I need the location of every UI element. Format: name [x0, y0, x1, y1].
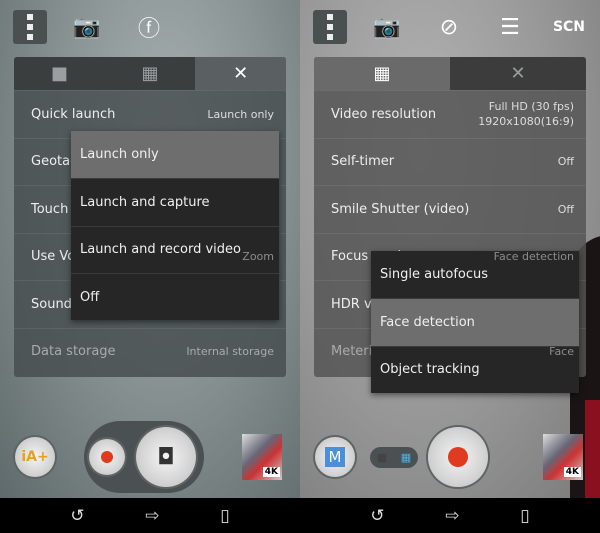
gallery-thumbnail[interactable]: 4K: [242, 434, 282, 480]
gallery-thumbnail[interactable]: 4K: [543, 434, 583, 480]
manual-icon: M: [324, 447, 346, 467]
ia-plus-icon: iA+: [21, 449, 49, 465]
menu-button[interactable]: [13, 10, 47, 44]
option-object-tracking[interactable]: Object tracking: [371, 345, 579, 393]
setting-self-timer[interactable]: Self-timer Off: [314, 137, 586, 186]
back-icon[interactable]: ↺: [370, 506, 384, 526]
setting-smile-shutter[interactable]: Smile Shutter (video) Off: [314, 185, 586, 233]
camera-icon: ■: [50, 63, 68, 84]
setting-value: Launch only: [207, 107, 274, 121]
menu-icon: [327, 14, 333, 40]
setting-value: Off: [557, 155, 574, 169]
setting-value: Full HD (30 fps): [488, 100, 574, 114]
option-off[interactable]: Off: [71, 272, 279, 320]
video-icon: ▦: [373, 63, 391, 84]
wrench-icon: ✕: [233, 63, 249, 84]
photo-video-toggle[interactable]: ■ ▦: [370, 447, 418, 468]
option-launch-and-capture[interactable]: Launch and capture: [71, 178, 279, 225]
menu-button[interactable]: [313, 10, 347, 44]
setting-label: Sound: [31, 296, 72, 312]
quick-launch-dropdown: Launch only Launch and capture Launch an…: [71, 131, 279, 321]
setting-label: Smile Shutter (video): [331, 201, 470, 217]
navigation-bar-left: ↺ ⇨ ▯: [0, 498, 300, 533]
recent-apps-icon[interactable]: ▯: [220, 506, 229, 526]
mode-manual-button[interactable]: M: [315, 437, 355, 477]
tab-video[interactable]: ▦: [105, 57, 196, 90]
shutter-button[interactable]: ◘: [136, 427, 196, 487]
setting-value: Off: [557, 202, 574, 216]
option-face-detection[interactable]: Face detection: [371, 298, 579, 346]
record-icon: [101, 451, 113, 463]
camera-icon: ■: [376, 451, 388, 464]
setting-label: Data storage: [31, 344, 116, 360]
home-icon[interactable]: ⇨: [145, 506, 159, 526]
switch-camera-icon[interactable]: 📷: [70, 10, 104, 44]
video-icon: ▦: [141, 63, 159, 84]
flash-auto-icon[interactable]: ⓕ: [132, 10, 166, 44]
camera-settings-screen-left: 📷 ⓕ ■ ▦ ✕ Quick launch Launch only Geotag…: [0, 0, 300, 498]
record-button[interactable]: [428, 427, 488, 487]
setting-value-detail: 1920x1080(16:9): [478, 115, 574, 129]
tab-video[interactable]: ▦: [314, 57, 450, 90]
back-icon[interactable]: ↺: [70, 506, 84, 526]
setting-label: Video resolution: [331, 106, 437, 122]
navigation-bar-right: ↺ ⇨ ▯: [300, 498, 600, 533]
camera-icon: ◘: [157, 444, 175, 470]
setting-value: Zoom: [242, 250, 274, 264]
focus-mode-dropdown: Single autofocus Face detection Object t…: [371, 251, 579, 393]
4k-badge: 4K: [262, 467, 280, 477]
setting-data-storage[interactable]: Data storage Internal storage: [14, 327, 286, 376]
tab-general[interactable]: ✕: [450, 57, 586, 90]
setting-video-resolution[interactable]: Video resolution Full HD (30 fps) 1920x108…: [314, 90, 586, 138]
wrench-icon: ✕: [510, 63, 526, 84]
camera-settings-screen-right: 📷 ⊘ ☰ SCN ▦ ✕ Video resolution Full HD (3…: [300, 0, 600, 498]
video-icon: ▦: [400, 451, 412, 464]
tab-camera[interactable]: ■: [14, 57, 105, 90]
setting-label: Quick launch: [31, 106, 116, 122]
background-detail: [585, 400, 600, 498]
option-launch-only[interactable]: Launch only: [71, 131, 279, 179]
setting-value: Face: [549, 345, 574, 359]
scene-label: SCN: [552, 19, 586, 35]
recent-apps-icon[interactable]: ▯: [520, 506, 529, 526]
record-icon: [448, 447, 468, 467]
flash-off-icon[interactable]: ⊘: [432, 10, 466, 44]
menu-icon: [27, 14, 33, 40]
scene-button[interactable]: SCN: [552, 10, 586, 44]
home-icon[interactable]: ⇨: [445, 506, 459, 526]
setting-label: Self-timer: [331, 154, 395, 170]
setting-value: Face detection: [493, 250, 574, 264]
tab-general[interactable]: ✕: [195, 57, 286, 90]
sliders-icon[interactable]: ☰: [493, 10, 527, 44]
setting-value: Internal storage: [186, 345, 274, 359]
mode-ia-button[interactable]: iA+: [15, 437, 55, 477]
video-record-button[interactable]: [89, 439, 125, 475]
4k-badge: 4K: [563, 467, 581, 477]
switch-camera-icon[interactable]: 📷: [370, 10, 404, 44]
